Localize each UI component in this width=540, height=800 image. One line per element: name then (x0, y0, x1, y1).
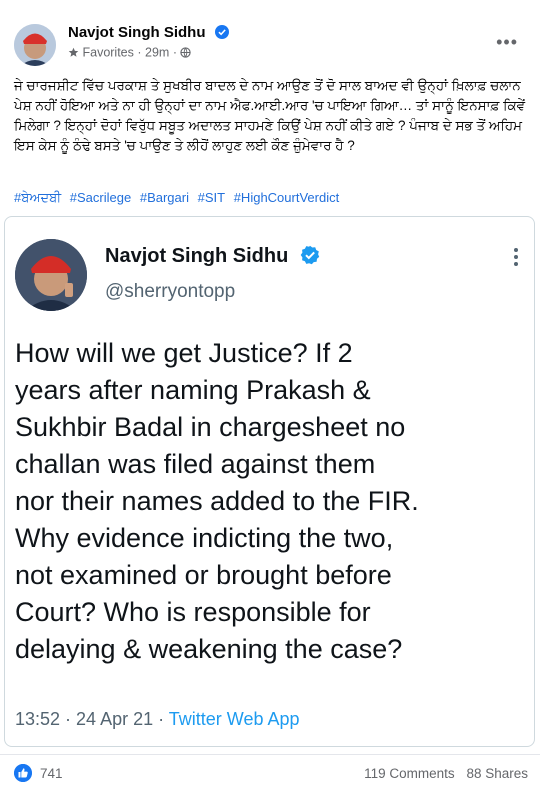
post-header: Navjot Singh Sidhu Favorites · 29m · ••• (14, 24, 526, 68)
tweet-timestamp: 13:52 · 24 Apr 21 · Twitter Web App (15, 709, 300, 730)
tweet-more-icon[interactable] (514, 245, 520, 269)
author-avatar[interactable] (14, 24, 56, 66)
post-footer: 741 119 Comments 88 Shares (14, 762, 528, 786)
audience-label[interactable]: Favorites (82, 46, 133, 60)
author-name-text[interactable]: Navjot Singh Sidhu (68, 24, 206, 41)
shares-count[interactable]: 88 Shares (466, 766, 528, 781)
tweet-author-name-text[interactable]: Navjot Singh Sidhu (105, 245, 288, 267)
footer-divider (0, 754, 540, 755)
embedded-tweet-card[interactable]: Navjot Singh Sidhu @sherryontopp How wil… (4, 216, 535, 747)
hashtag-link[interactable]: #SIT (198, 190, 225, 205)
engagement-stats: 119 Comments 88 Shares (364, 766, 528, 781)
hashtag-row: #ਬੇਅਦਬੀ #Sacrilege #Bargari #SIT #HighCo… (14, 190, 344, 206)
hashtag-link[interactable]: #ਬੇਅਦਬੀ (14, 190, 61, 205)
tweet-handle[interactable]: @sherryontopp (105, 281, 235, 303)
hashtag-link[interactable]: #HighCourtVerdict (234, 190, 340, 205)
comments-count[interactable]: 119 Comments (364, 766, 455, 781)
verified-icon (214, 25, 229, 39)
post-meta: Favorites · 29m · (68, 45, 192, 60)
tweet-text: How will we get Justice? If 2 years afte… (15, 338, 419, 664)
post-text: ਜੇ ਚਾਰਜਸ਼ੀਟ ਵਿੱਚ ਪਰਕਾਸ਼ ਤੇ ਸੁਖਬੀਰ ਬਾਦਲ ਦ… (14, 78, 526, 153)
star-icon (68, 47, 79, 57)
post-options-icon[interactable]: ••• (496, 32, 518, 53)
facebook-post: Navjot Singh Sidhu Favorites · 29m · •••… (0, 0, 540, 800)
post-time[interactable]: 29m (145, 46, 169, 60)
author-name[interactable]: Navjot Singh Sidhu (68, 24, 229, 41)
globe-icon (180, 47, 192, 58)
like-reaction-icon[interactable] (14, 764, 32, 782)
tweet-author-name[interactable]: Navjot Singh Sidhu (105, 245, 320, 268)
tweet-source-link[interactable]: Twitter Web App (169, 709, 300, 729)
tweet-author-avatar[interactable] (15, 239, 87, 311)
verified-icon (300, 245, 320, 265)
reaction-count[interactable]: 741 (40, 766, 63, 781)
tweet-date[interactable]: 13:52 · 24 Apr 21 · (15, 709, 169, 729)
hashtag-link[interactable]: #Sacrilege (70, 190, 131, 205)
hashtag-link[interactable]: #Bargari (140, 190, 189, 205)
